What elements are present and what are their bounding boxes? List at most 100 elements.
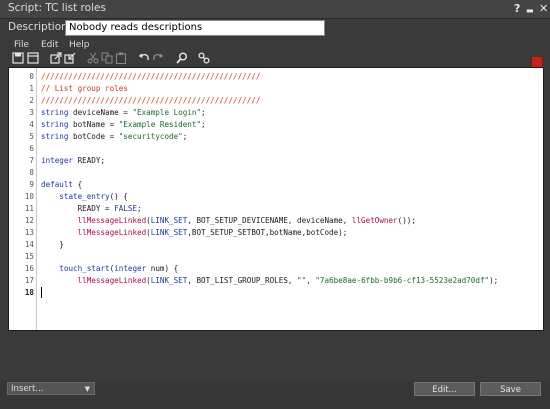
code-line[interactable]: 6 [9,143,543,155]
line-number: 15 [24,252,34,261]
code-token: ; [201,120,206,129]
line-number: 5 [29,132,34,141]
menu-help[interactable]: Help [69,40,90,50]
line-number: 10 [24,192,34,201]
close-icon[interactable]: ✕ [539,1,548,17]
code-token: ; [201,108,206,117]
code-token: string [41,132,69,141]
code-text: touch_start(integer num) { [41,263,178,275]
paste-icon[interactable] [115,52,127,64]
chevron-down-icon: ▼ [84,385,90,393]
code-text: state_entry() { [41,191,128,203]
code-text: // List group roles [41,83,128,95]
line-number: 18 [24,288,34,297]
help-icon[interactable]: ? [514,1,520,17]
code-token: { [73,180,83,189]
line-number: 11 [24,204,34,213]
code-token: READY; [73,156,106,165]
minimize-icon[interactable]: ▬ [526,3,534,19]
title-bar[interactable]: Script: TC list roles ? ▬ ✕ [0,0,550,19]
code-token: llMessageLinked [77,276,147,285]
menu-bar: File Edit Help [0,39,550,52]
save-button[interactable]: Save [480,382,541,396]
menu-edit[interactable]: Edit [41,40,58,50]
code-line[interactable]: 17 llMessageLinked(LINK_SET, BOT_LIST_GR… [9,275,543,287]
code-line[interactable]: 18 [9,287,543,299]
code-line[interactable]: 16 touch_start(integer num) { [9,263,543,275]
toolbar [0,52,550,66]
code-token: "7a6be8ae-6fbb-b9b6-cf13-5523e2ad70df" [315,276,490,285]
line-number: 16 [24,264,34,273]
code-token: ; [182,132,188,141]
code-token: , [306,276,316,285]
code-line[interactable]: 1 // List group roles [9,83,543,95]
insert-dropdown[interactable]: Insert... ▼ [7,382,95,395]
code-line[interactable]: 13 llMessageLinked(LINK_SET,BOT_SETUP_SE… [9,227,543,239]
line-number: 2 [29,96,34,105]
save-icon[interactable] [12,52,24,64]
code-line[interactable]: 11 READY = FALSE; [9,203,543,215]
code-line[interactable]: 9 default { [9,179,543,191]
code-editor[interactable]: 0 ///////////////////////////////////////… [8,67,544,331]
code-token: string [41,108,69,117]
code-line[interactable]: 12 llMessageLinked(LINK_SET, BOT_SETUP_D… [9,215,543,227]
undo-icon[interactable] [138,52,150,64]
line-number: 8 [29,168,34,177]
code-line[interactable]: 4 string botName = "Example Resident"; [9,119,543,131]
description-input[interactable] [65,20,325,36]
code-line[interactable]: 15 [9,251,543,263]
code-text: READY = FALSE; [41,203,142,215]
code-line[interactable]: 3 string deviceName = "Example Login"; [9,107,543,119]
edit-button[interactable]: Edit... [414,382,475,396]
code-token: LINK_SET [150,276,188,285]
code-token: ////////////////////////////////////////… [41,72,261,81]
code-line[interactable]: 10 state_entry() { [9,191,543,203]
code-token: string [41,120,69,129]
settings-icon[interactable] [198,52,210,64]
line-number: 14 [24,240,34,249]
code-token: ,BOT_SETUP_SETBOT,botName,botCode); [187,228,348,237]
code-token: LINK_SET [150,216,188,225]
code-token: num) { [146,264,179,273]
menu-file[interactable]: File [14,40,29,50]
code-token: READY = [41,204,115,213]
code-text: default { [41,179,82,191]
code-line[interactable]: 2 ///////////////////////////////////////… [9,95,543,107]
code-token: llMessageLinked [77,216,147,225]
redo-icon[interactable] [152,52,164,64]
code-token: ()); [397,216,416,225]
line-number: 0 [29,72,34,81]
code-line[interactable]: 7 integer READY; [9,155,543,167]
load-icon[interactable] [50,52,62,64]
line-number: 13 [24,228,34,237]
code-token: default [41,180,74,189]
text-cursor [41,287,42,298]
code-line[interactable]: 14 } [9,239,543,251]
code-text: llMessageLinked(LINK_SET, BOT_LIST_GROUP… [41,275,499,287]
code-text: integer READY; [41,155,105,167]
code-token: ////////////////////////////////////////… [41,96,261,105]
cut-icon[interactable] [87,52,99,64]
copy-icon[interactable] [101,52,113,64]
save-all-icon[interactable] [27,52,39,64]
code-token: () { [109,192,128,201]
code-text: ////////////////////////////////////////… [41,95,260,107]
code-line[interactable]: 5 string botCode = "securitycode"; [9,131,543,143]
code-token: touch_start [59,264,110,273]
code-text: llMessageLinked(LINK_SET, BOT_SETUP_DEVI… [41,215,416,227]
search-icon[interactable] [176,52,188,64]
code-token: botCode = [68,132,119,141]
save-to-disk-icon[interactable] [64,52,76,64]
code-token: "Example Login" [132,108,202,117]
code-token: , BOT_SETUP_DEVICENAME, deviceName, [187,216,352,225]
code-token: FALSE [114,204,138,213]
code-token: LINK_SET [150,228,188,237]
code-line[interactable]: 0 ///////////////////////////////////////… [9,71,543,83]
code-token: state_entry [59,192,110,201]
code-line[interactable]: 8 [9,167,543,179]
line-number: 7 [29,156,34,165]
code-token: llMessageLinked [77,228,147,237]
code-token: "securitycode" [118,132,183,141]
code-token: llGetOwner [351,216,398,225]
